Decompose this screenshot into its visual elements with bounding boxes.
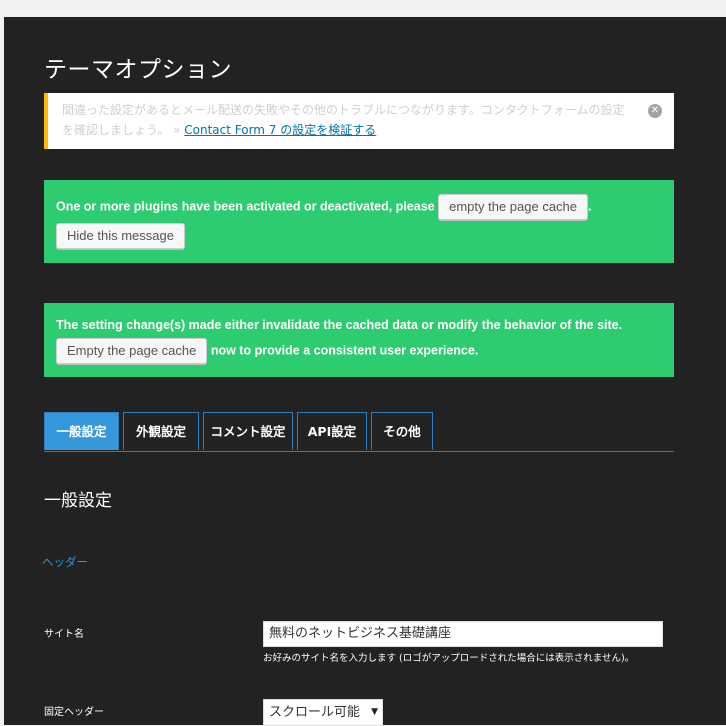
tab-api[interactable]: API設定: [297, 412, 367, 450]
empty-the-page-cache-button[interactable]: Empty the page cache: [56, 338, 208, 364]
plugin-cache-notice-text: One or more plugins have been activated …: [56, 199, 435, 214]
settings-cache-notice-trailing: now to provide a consistent user experie…: [210, 343, 479, 358]
hide-message-line: Hide this message: [56, 223, 185, 249]
settings-cache-notice-text: The setting change(s) made either invali…: [56, 318, 623, 332]
settings-cache-notice: The setting change(s) made either invali…: [44, 303, 674, 377]
tab-general[interactable]: 一般設定: [44, 412, 119, 450]
subsection-header: ヘッダー: [42, 555, 88, 569]
tab-appearance[interactable]: 外観設定: [123, 412, 199, 450]
options-panel: テーマオプション 間違った設定があるとメール配送の失敗やその他のトラブルにつなが…: [4, 17, 726, 726]
tab-comments[interactable]: コメント設定: [203, 412, 293, 450]
plugin-cache-notice: One or more plugins have been activated …: [44, 180, 674, 263]
section-title: 一般設定: [44, 491, 112, 511]
tab-other[interactable]: その他: [371, 412, 433, 450]
page-title: テーマオプション: [44, 57, 232, 83]
site-name-input[interactable]: 無料のネットビジネス基礎講座: [263, 621, 663, 647]
hide-message-button[interactable]: Hide this message: [56, 223, 185, 249]
site-name-help: お好みのサイト名を入力します (ロゴがアップロードされた場合には表示されません)…: [263, 653, 635, 664]
contact-form-validate-link[interactable]: Contact Form 7 の設定を検証する: [184, 123, 376, 137]
empty-page-cache-button[interactable]: empty the page cache: [438, 194, 589, 220]
fixed-header-label: 固定ヘッダー: [44, 707, 104, 718]
settings-tabs: 一般設定 外観設定 コメント設定 API設定 その他: [44, 412, 674, 452]
fixed-header-selected-value: スクロール可能: [269, 705, 361, 720]
close-circle-icon[interactable]: ✕: [648, 104, 662, 118]
plugin-cache-notice-line: One or more plugins have been activated …: [56, 194, 592, 220]
fixed-header-select[interactable]: スクロール可能 ▼: [263, 699, 383, 726]
contact-form-notice: 間違った設定があるとメール配送の失敗やその他のトラブルにつながります。コンタクト…: [44, 93, 674, 149]
caret-down-icon: ▼: [371, 707, 378, 717]
plugin-cache-notice-period: .: [588, 199, 592, 214]
site-name-label: サイト名: [44, 629, 84, 640]
settings-cache-notice-line2: Empty the page cache now to provide a co…: [56, 338, 478, 364]
